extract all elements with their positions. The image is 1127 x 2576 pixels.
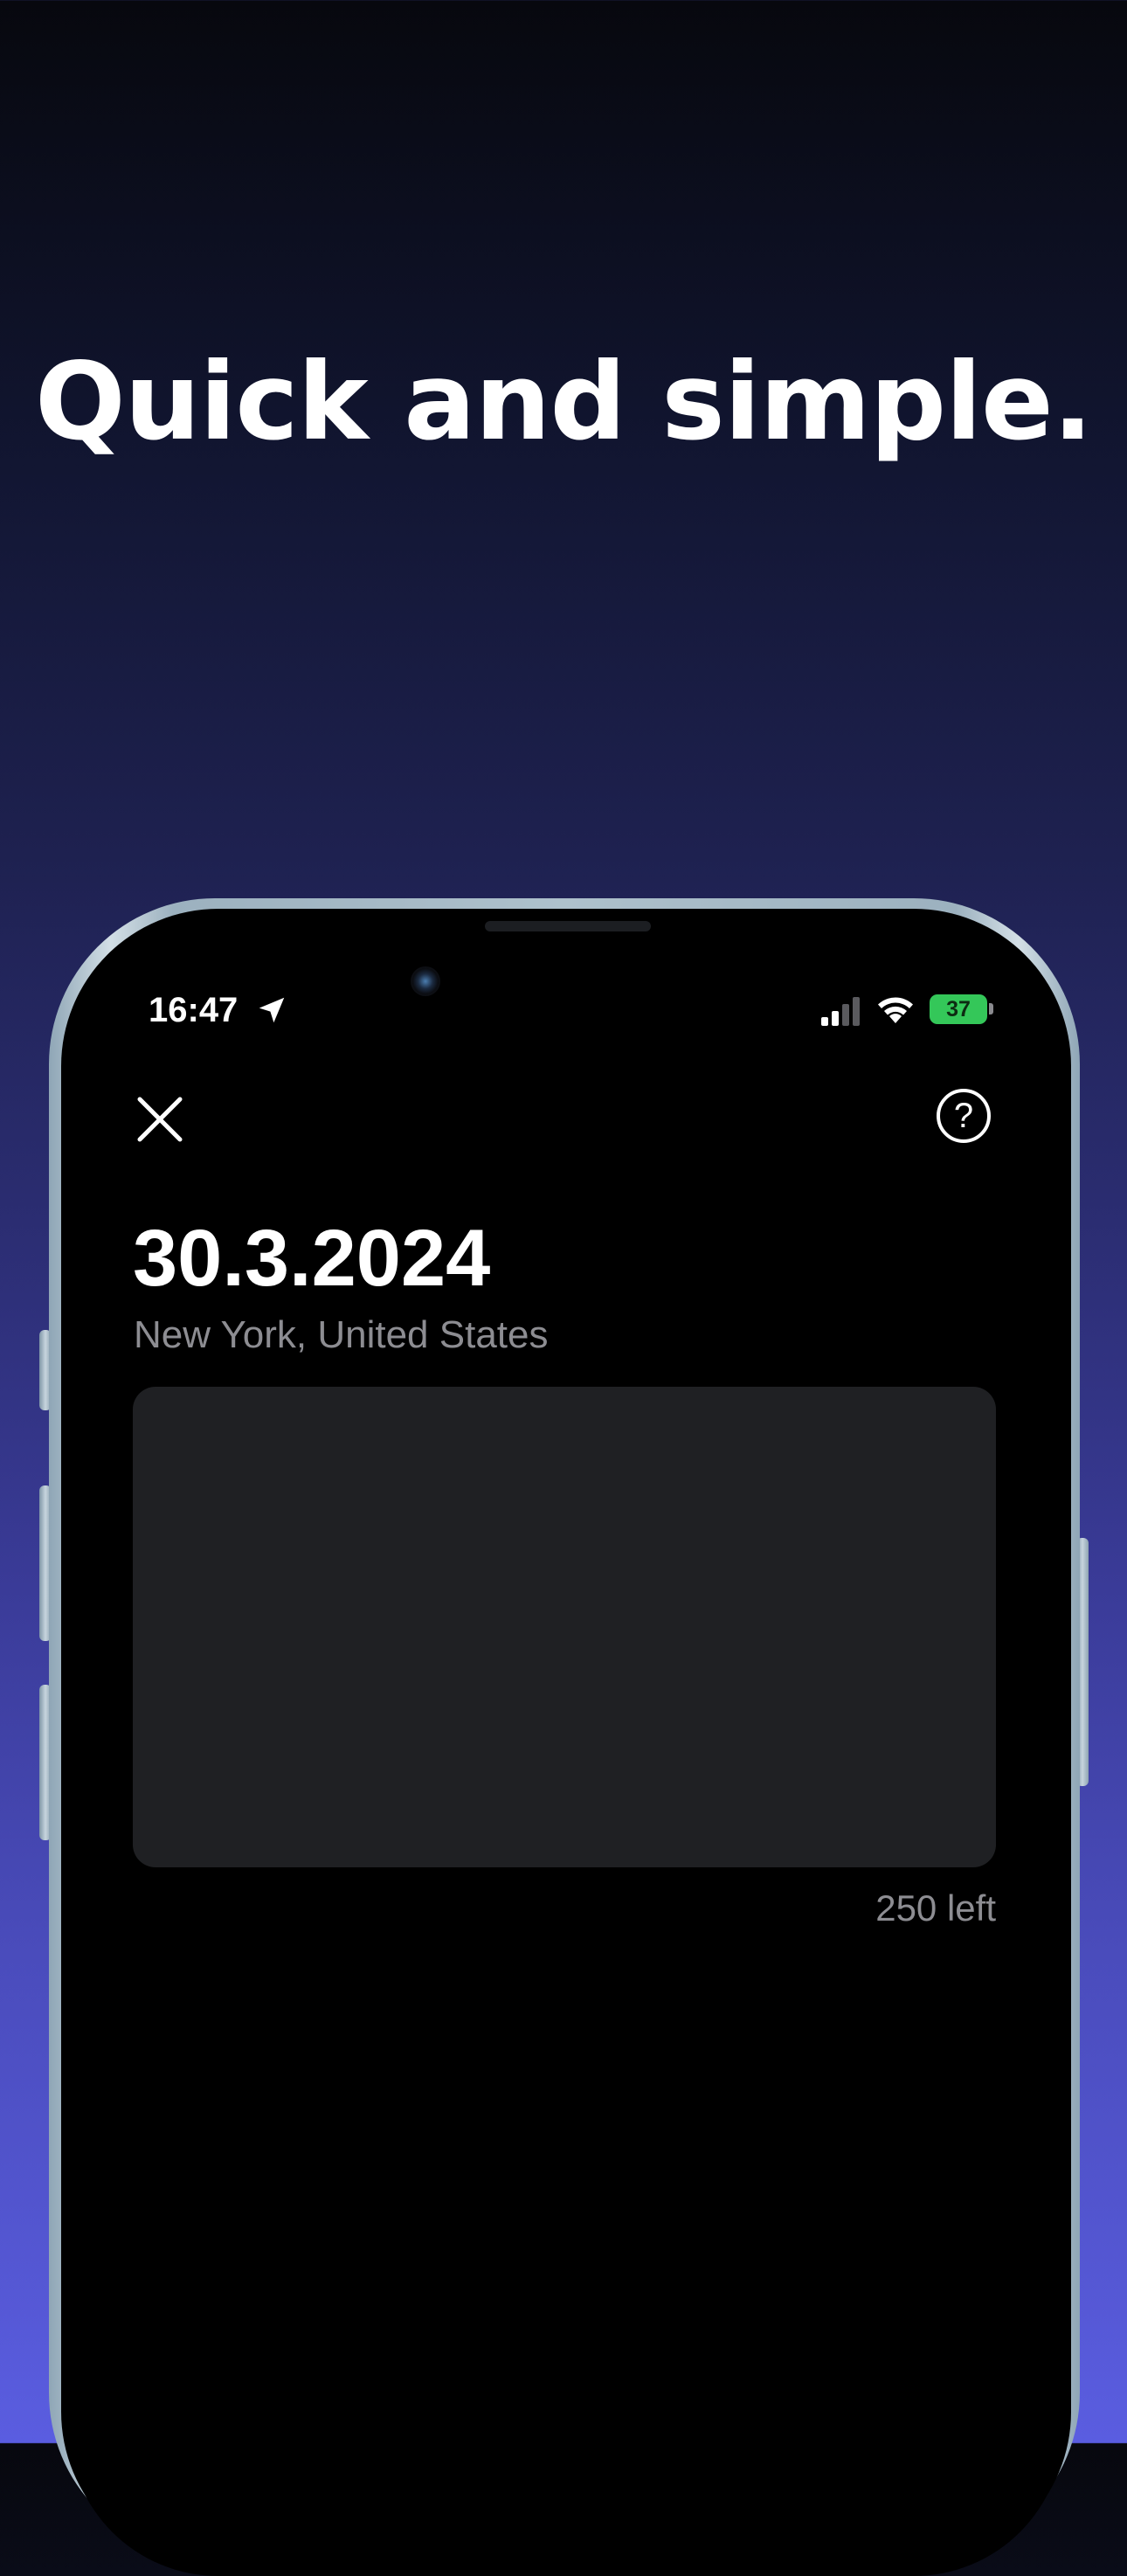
front-camera xyxy=(411,966,440,996)
entry-text-input[interactable] xyxy=(133,1387,996,1867)
battery-level: 37 xyxy=(946,997,971,1021)
help-button[interactable]: ? xyxy=(937,1089,991,1143)
close-icon xyxy=(137,1097,183,1142)
phone-speaker-grill xyxy=(485,921,651,931)
entry-location: New York, United States xyxy=(134,1313,549,1356)
cellular-signal-icon xyxy=(821,997,860,1026)
entry-date: 30.3.2024 xyxy=(133,1214,491,1303)
close-button[interactable] xyxy=(131,1091,189,1148)
help-icon: ? xyxy=(953,1097,974,1135)
status-time: 16:47 xyxy=(149,991,239,1029)
promo-headline: Quick and simple. xyxy=(34,340,1093,464)
characters-left-counter: 250 left xyxy=(875,1887,996,1929)
battery-cap xyxy=(989,1003,993,1014)
battery-icon: 37 xyxy=(930,994,987,1024)
location-arrow-icon xyxy=(259,997,285,1023)
wifi-icon xyxy=(878,997,913,1023)
